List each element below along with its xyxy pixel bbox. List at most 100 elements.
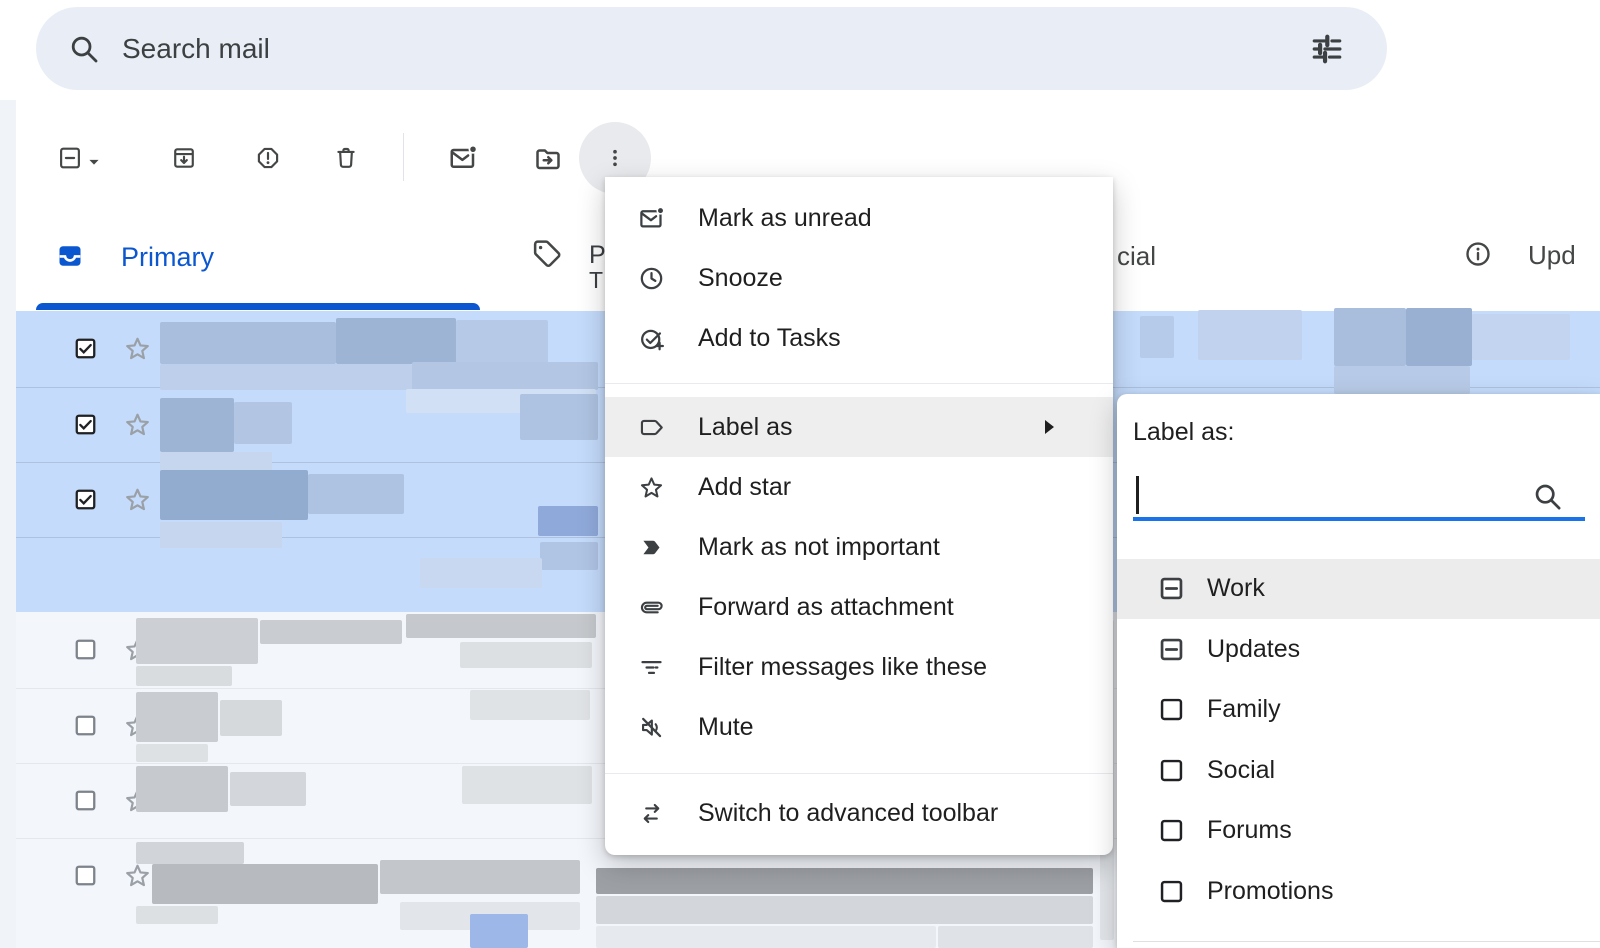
redacted-content	[596, 868, 1093, 894]
redacted-content	[1334, 366, 1470, 394]
row-checkbox[interactable]	[73, 713, 98, 738]
redacted-content	[540, 542, 598, 570]
redacted-content	[470, 914, 528, 948]
redacted-content	[136, 618, 258, 664]
redacted-content	[420, 558, 542, 588]
context-menu: Mark as unread SnoozeAdd to Tasks Label as…	[605, 177, 1113, 855]
redacted-content	[460, 642, 592, 668]
redacted-content	[160, 364, 412, 390]
tab-social-fragment[interactable]: cial	[1117, 241, 1156, 272]
redacted-content	[596, 926, 936, 948]
redacted-content	[596, 896, 1093, 924]
redacted-content	[462, 766, 592, 804]
menu-item-switch-to-advanced-toolbar[interactable]: Switch to advanced toolbar	[605, 783, 1113, 843]
star-icon[interactable]	[123, 861, 152, 890]
submenu-divider	[1133, 941, 1600, 942]
select-checkbox[interactable]	[57, 145, 83, 171]
tab-primary[interactable]: Primary	[121, 242, 214, 273]
label-option-updates[interactable]: Updates	[1117, 619, 1600, 680]
menu-item-mute[interactable]: Mute	[605, 697, 1113, 757]
importance-icon	[638, 534, 665, 561]
label-icon	[638, 414, 665, 441]
redacted-content	[336, 318, 456, 364]
row-checkbox[interactable]	[73, 863, 98, 888]
label-option-social[interactable]: Social	[1117, 740, 1600, 801]
star-icon[interactable]	[123, 485, 152, 514]
label-search-icon[interactable]	[1532, 481, 1563, 512]
star-icon[interactable]	[123, 410, 152, 439]
redacted-content	[1472, 314, 1570, 360]
search-placeholder[interactable]: Search mail	[122, 33, 270, 65]
tab-primary-underline	[36, 303, 480, 310]
select-dropdown-icon[interactable]	[84, 149, 104, 175]
menu-item-label: Mark as unread	[698, 204, 872, 233]
primary-inbox-icon	[56, 242, 84, 270]
star-icon	[638, 474, 665, 501]
row-checkbox[interactable]	[73, 788, 98, 813]
label-name: Social	[1207, 756, 1275, 785]
more-options-icon[interactable]	[602, 145, 628, 171]
redacted-content	[308, 474, 404, 514]
promotions-tag-icon[interactable]	[531, 238, 563, 270]
menu-item-label: Add star	[698, 473, 791, 502]
label-name: Work	[1207, 574, 1265, 603]
redacted-content	[406, 614, 596, 638]
envelope-unread-icon	[638, 205, 665, 232]
redacted-content	[412, 362, 598, 390]
menu-item-mark-as-not-important[interactable]: Mark as not important	[605, 517, 1113, 577]
menu-item-label: Mute	[698, 713, 754, 742]
row-checkbox[interactable]	[73, 412, 98, 437]
search-icon[interactable]	[68, 33, 100, 65]
archive-icon[interactable]	[171, 145, 197, 171]
menu-item-mark-as-unread[interactable]: Mark as unread	[605, 188, 1113, 248]
row-checkbox[interactable]	[73, 336, 98, 361]
label-checkbox-unchecked[interactable]	[1158, 757, 1185, 784]
star-icon[interactable]	[123, 334, 152, 363]
filter-icon	[638, 654, 665, 681]
menu-divider	[605, 383, 1113, 384]
label-option-forums[interactable]: Forums	[1117, 801, 1600, 862]
redacted-content	[1406, 308, 1472, 366]
redacted-content	[136, 906, 218, 924]
mark-unread-icon[interactable]	[448, 143, 478, 173]
menu-item-filter-messages[interactable]: Filter messages like these	[605, 637, 1113, 697]
label-as-title: Label as:	[1133, 418, 1234, 447]
redacted-content	[230, 772, 306, 806]
menu-item-label: Filter messages like these	[698, 653, 987, 682]
search-options-icon[interactable]	[1309, 31, 1345, 67]
menu-item-add-star[interactable]: Add star	[605, 457, 1113, 517]
search-bar[interactable]: Search mail	[36, 7, 1387, 90]
label-option-work[interactable]: Work	[1117, 559, 1600, 620]
label-option-family[interactable]: Family	[1117, 680, 1600, 741]
label-checkbox-indeterminate[interactable]	[1158, 575, 1185, 602]
redacted-content	[160, 322, 336, 364]
label-checkbox-unchecked[interactable]	[1158, 817, 1185, 844]
redacted-content	[136, 692, 218, 742]
redacted-content	[160, 470, 308, 520]
redacted-content	[136, 744, 208, 762]
row-checkbox[interactable]	[73, 487, 98, 512]
tab-updates[interactable]: Upd	[1528, 240, 1600, 272]
label-name: Family	[1207, 695, 1281, 724]
label-name: Promotions	[1207, 877, 1333, 906]
menu-item-label-as[interactable]: Label as	[605, 397, 1113, 457]
label-option-promotions[interactable]: Promotions	[1117, 861, 1600, 922]
menu-item-add-to-tasks[interactable]: Add to Tasks	[605, 308, 1113, 368]
move-to-icon[interactable]	[533, 144, 563, 174]
report-spam-icon[interactable]	[255, 145, 281, 171]
tab-promotions-fragment[interactable]: P	[589, 241, 606, 270]
label-checkbox-unchecked[interactable]	[1158, 878, 1185, 905]
label-checkbox-unchecked[interactable]	[1158, 696, 1185, 723]
row-checkbox[interactable]	[73, 637, 98, 662]
menu-item-label: Label as	[698, 413, 793, 442]
menu-item-snooze[interactable]: Snooze	[605, 248, 1113, 308]
delete-icon[interactable]	[333, 145, 359, 171]
clock-icon	[638, 265, 665, 292]
label-search-underline	[1133, 517, 1585, 521]
menu-item-label: Forward as attachment	[698, 593, 954, 622]
redacted-content	[538, 506, 598, 536]
updates-info-icon[interactable]	[1463, 239, 1493, 269]
label-checkbox-indeterminate[interactable]	[1158, 636, 1185, 663]
menu-item-forward-as-attachment[interactable]: Forward as attachment	[605, 577, 1113, 637]
redacted-content	[1140, 316, 1174, 358]
